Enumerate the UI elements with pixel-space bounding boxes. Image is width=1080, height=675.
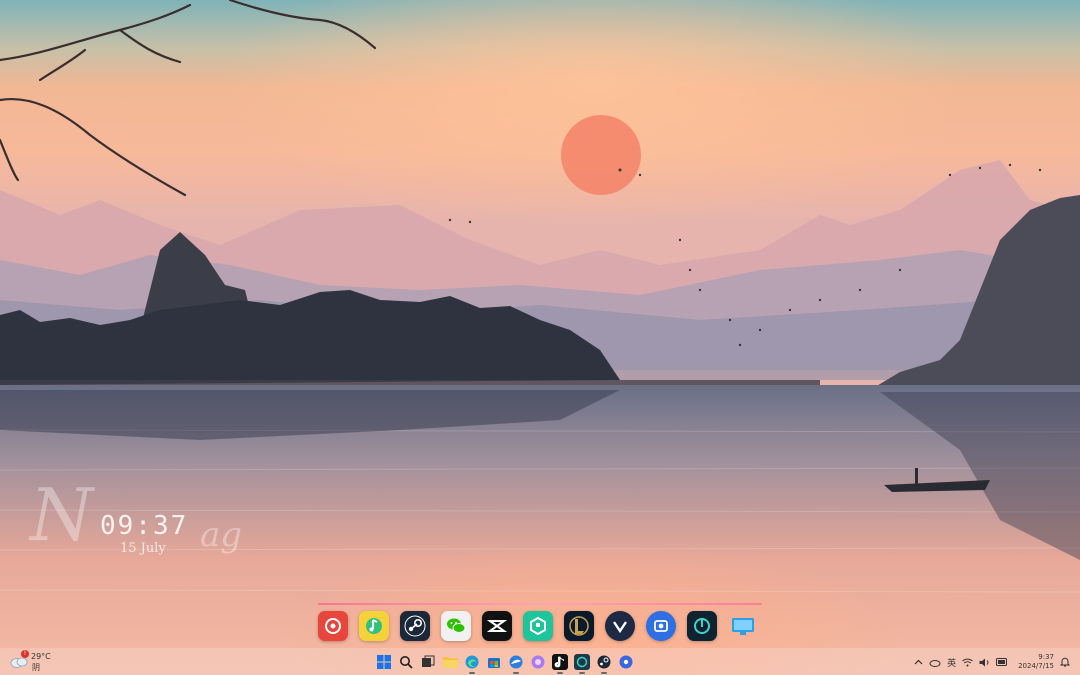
- browser-icon[interactable]: [508, 654, 524, 674]
- steam-icon[interactable]: [400, 611, 430, 641]
- battery-icon[interactable]: [996, 658, 1008, 666]
- app-icon[interactable]: [574, 653, 590, 674]
- input-method-indicator[interactable]: 英: [947, 656, 956, 669]
- tray-time: 9:37: [1038, 653, 1054, 661]
- start-icon[interactable]: [376, 654, 392, 670]
- clock-time: 09:37: [100, 511, 189, 541]
- capcut-icon[interactable]: [482, 611, 512, 641]
- store-icon[interactable]: [486, 654, 502, 670]
- cloud-sync-icon[interactable]: [929, 658, 941, 667]
- wifi-icon[interactable]: [962, 658, 973, 667]
- task-view-icon[interactable]: [420, 654, 436, 670]
- weather-temperature: 29°C: [31, 652, 51, 661]
- chevron-up-icon[interactable]: [914, 658, 923, 667]
- green-app-icon[interactable]: [523, 611, 553, 641]
- weather-condition: 阴: [32, 663, 40, 672]
- edge-icon[interactable]: [464, 654, 480, 674]
- valorant-v-icon[interactable]: [605, 611, 635, 641]
- tray-date: 2024/7/15: [1018, 662, 1054, 670]
- steam-taskbar-icon[interactable]: [596, 654, 612, 674]
- tiktok-icon[interactable]: [552, 653, 568, 674]
- disc-icon[interactable]: [618, 654, 634, 670]
- search-icon[interactable]: [398, 654, 414, 670]
- clock-signature: N: [30, 473, 93, 557]
- dock-accent-line: [318, 603, 762, 605]
- screenshot-app-icon[interactable]: [646, 611, 676, 641]
- clock-date: 15 July: [120, 541, 166, 556]
- clock-signature-tail: ag: [200, 515, 243, 555]
- tray-clock[interactable]: 9:37 2024/7/15: [1018, 653, 1054, 671]
- volume-icon[interactable]: [979, 658, 990, 667]
- file-explorer-icon[interactable]: [442, 654, 458, 670]
- weather-widget[interactable]: ! 29°C 阴: [10, 650, 70, 674]
- league-of-legends-icon[interactable]: [564, 611, 594, 641]
- monitor-icon[interactable]: [728, 611, 758, 641]
- clock-widget: N ag 09:37 15 July: [30, 479, 270, 585]
- qq-music-icon[interactable]: [359, 611, 389, 641]
- circle-app-icon[interactable]: [687, 611, 717, 641]
- wechat-icon[interactable]: [441, 611, 471, 641]
- photos-icon[interactable]: [530, 654, 546, 670]
- system-tray: 英 9:37 2024/7/15: [914, 650, 1070, 674]
- netease-music-icon[interactable]: [318, 611, 348, 641]
- app-dock: [318, 603, 762, 645]
- taskbar: ! 29°C 阴 英 9:37 2024/7/15: [0, 648, 1080, 675]
- weather-alert-badge: !: [21, 650, 29, 658]
- notification-bell-icon[interactable]: [1060, 657, 1070, 667]
- taskbar-pinned-apps: [376, 651, 634, 674]
